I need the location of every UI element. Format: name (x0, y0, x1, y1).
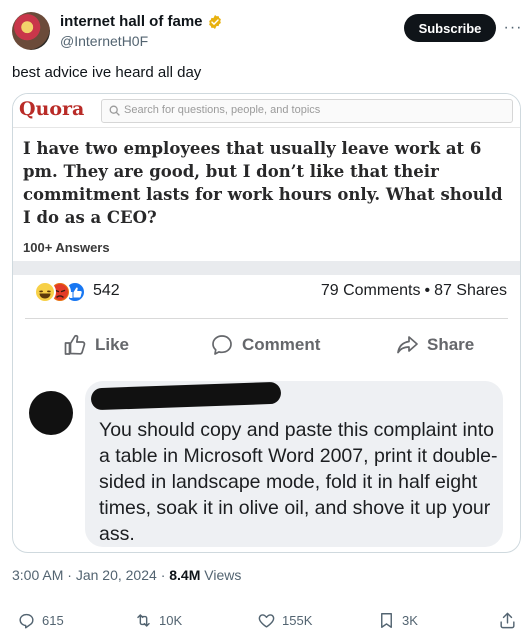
stats-separator: • (424, 282, 431, 299)
fb-like-label: Like (95, 335, 130, 354)
meta-dot: · (67, 567, 72, 583)
views-label: Views (204, 567, 242, 583)
fb-comment-label: Comment (242, 335, 321, 354)
commenter-avatar-redacted (29, 391, 73, 435)
quora-search-box: Search for questions, people, and topics (101, 99, 513, 123)
author-handle[interactable]: @InternetH0F (60, 33, 148, 49)
fb-action-bar: Like Comment Share (13, 330, 520, 360)
quora-question: I have two employees that usually leave … (23, 139, 503, 227)
tweet-date[interactable]: Jan 20, 2024 (76, 567, 157, 583)
comment-text: You should copy and paste this complaint… (99, 419, 498, 545)
fb-share-label: Share (427, 335, 475, 354)
quora-answer-count: 100+ Answers (23, 240, 110, 255)
reactions-row: 542 79 Comments • 87 Shares (31, 280, 511, 304)
comments-count: 79 Comments (320, 282, 421, 299)
bookmark-icon (381, 612, 392, 628)
repost-icon (137, 613, 150, 627)
fb-comment-action: Comment (210, 330, 320, 360)
views-count: 8.4M (169, 567, 201, 583)
like-count: 155K (282, 612, 313, 628)
shares-count: 87 Shares (434, 282, 507, 299)
fb-share-action: Share (395, 330, 474, 360)
more-options-icon[interactable]: ··· (503, 18, 523, 38)
share-icon (500, 612, 515, 628)
reply-button[interactable]: 615 (17, 606, 64, 634)
quora-logo: Quora (19, 98, 85, 120)
share-button[interactable] (498, 606, 517, 634)
fb-like-action: Like (63, 330, 129, 360)
author-name-row[interactable]: internet hall of fame (60, 13, 223, 30)
repost-button[interactable]: 10K (134, 606, 182, 634)
bookmark-button[interactable]: 3K (377, 606, 418, 634)
verified-badge-icon (208, 14, 221, 29)
repost-count: 10K (159, 612, 183, 628)
reaction-icons (34, 281, 86, 303)
comment-bubble-icon (212, 335, 232, 355)
quora-search-placeholder: Search for questions, people, and topics (124, 104, 321, 116)
tweet-time[interactable]: 3:00 AM (12, 567, 63, 583)
section-divider-band (13, 261, 520, 275)
engagement-stats: 79 Comments • 87 Shares (321, 282, 507, 300)
author-display-name[interactable]: internet hall of fame (60, 13, 203, 30)
quora-header: Quora Search for questions, people, and … (13, 94, 520, 128)
reply-icon (19, 613, 34, 628)
tweet-text: best advice ive heard all day (12, 64, 202, 81)
author-avatar[interactable] (12, 12, 50, 50)
tweet-media-image[interactable]: Quora Search for questions, people, and … (12, 93, 521, 553)
tweet-meta: 3:00 AM · Jan 20, 2024 · 8.4M Views (12, 567, 241, 583)
tweet-header: internet hall of fame @InternetH0F Subsc… (0, 0, 531, 60)
meta-dot: · (160, 567, 166, 583)
like-button[interactable]: 155K (257, 606, 312, 634)
share-arrow-icon (397, 336, 418, 354)
divider-line (25, 318, 508, 319)
bookmark-count: 3K (402, 612, 418, 628)
tweet-action-bar: 615 10K 155K 3K (0, 606, 531, 634)
heart-icon (258, 613, 275, 628)
subscribe-button[interactable]: Subscribe (404, 14, 496, 42)
thumbs-up-icon (64, 334, 86, 355)
redacted-commenter-name (90, 381, 282, 411)
comment-bubble: You should copy and paste this complaint… (85, 381, 503, 547)
reaction-count: 542 (93, 282, 120, 299)
reply-count: 615 (42, 612, 64, 628)
search-icon (109, 105, 120, 116)
